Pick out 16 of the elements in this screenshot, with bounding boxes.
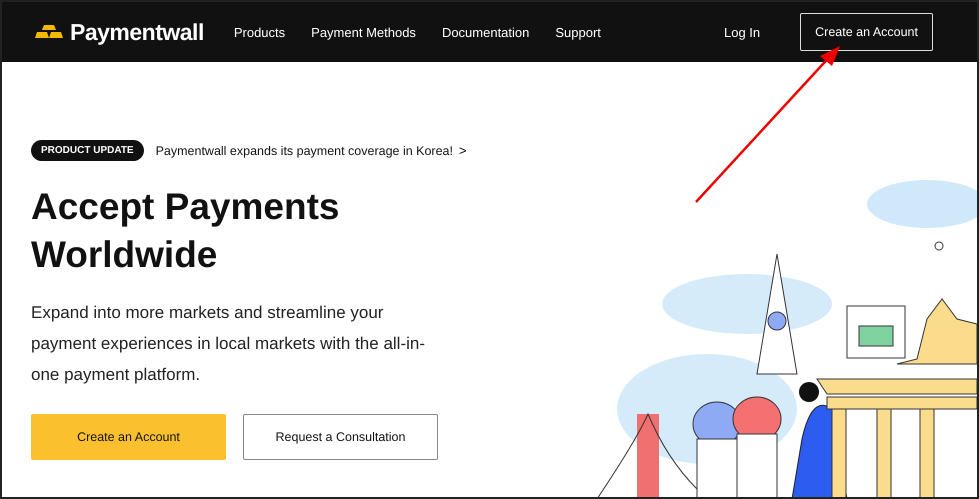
create-account-button[interactable]: Create an Account: [800, 13, 933, 51]
consultation-button[interactable]: Request a Consultation: [243, 414, 438, 460]
chevron-icon[interactable]: >: [458, 143, 467, 158]
login-link[interactable]: Log In: [724, 24, 760, 40]
nav-link[interactable]: Products: [234, 24, 286, 40]
nav-link[interactable]: Payment Methods: [311, 24, 416, 40]
bars-logo-icon: [32, 25, 66, 39]
announcement-link[interactable]: Paymentwall expands its payment coverage in Korea!: [156, 144, 453, 158]
nav-link[interactable]: Documentation: [442, 24, 530, 40]
nav-link[interactable]: Support: [555, 24, 601, 40]
hero-description: Expand into more markets and streamline your payment experiences in local markets with the all-in-one payment platform.: [31, 302, 426, 386]
create-account-button[interactable]: Create an Account: [31, 414, 226, 460]
hero-heading: Accept Payments: [31, 185, 340, 229]
brand-logo[interactable]: Paymentwall: [70, 18, 204, 46]
update-badge: PRODUCT UPDATE: [31, 140, 144, 161]
hero-heading: Worldwide: [31, 233, 218, 277]
